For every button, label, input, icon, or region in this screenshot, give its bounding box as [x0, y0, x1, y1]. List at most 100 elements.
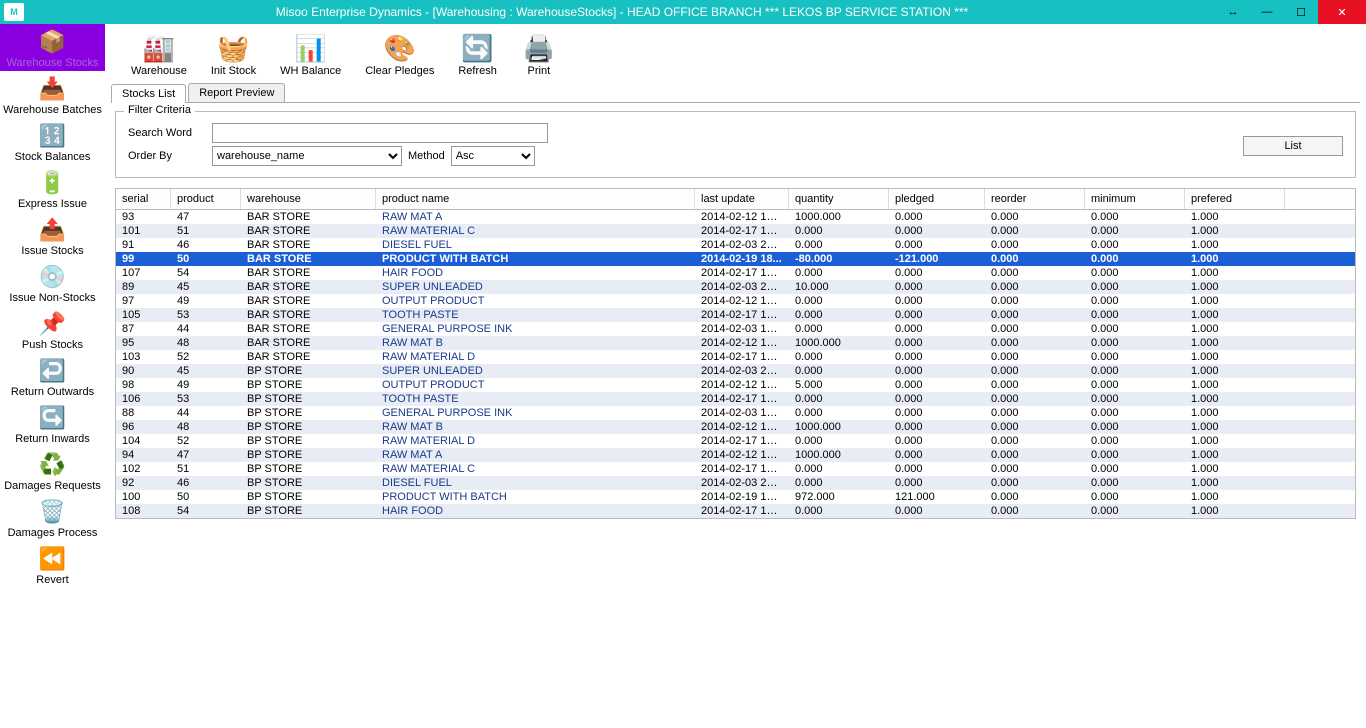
- column-header[interactable]: last update: [695, 189, 789, 209]
- cell: GENERAL PURPOSE INK: [376, 406, 695, 420]
- search-input[interactable]: [212, 123, 548, 143]
- cell: 0.000: [1085, 294, 1185, 308]
- sidebar-icon: 🔢: [37, 122, 69, 150]
- sidebar-item-warehouse-batches[interactable]: 📥Warehouse Batches: [0, 71, 105, 118]
- cell: 1.000: [1185, 406, 1285, 420]
- cell: 0.000: [1085, 434, 1185, 448]
- cell: 50: [171, 252, 241, 266]
- column-header[interactable]: product name: [376, 189, 695, 209]
- sidebar-item-warehouse-stocks[interactable]: 📦Warehouse Stocks: [0, 24, 105, 71]
- cell: TOOTH PASTE: [376, 308, 695, 322]
- column-header[interactable]: reorder: [985, 189, 1085, 209]
- cell: 99: [116, 252, 171, 266]
- cell: 2014-02-17 14:...: [695, 434, 789, 448]
- sidebar-item-issue-non-stocks[interactable]: 💿Issue Non-Stocks: [0, 259, 105, 306]
- table-row[interactable]: 8945BAR STORESUPER UNLEADED2014-02-03 20…: [116, 280, 1355, 294]
- cell: 0.000: [1085, 210, 1185, 224]
- init-stock-button[interactable]: 🧺Init Stock: [207, 30, 260, 79]
- wh-balance-button[interactable]: 📊WH Balance: [276, 30, 345, 79]
- cell: 2014-02-12 13:...: [695, 294, 789, 308]
- cell: GENERAL PURPOSE INK: [376, 322, 695, 336]
- table-row[interactable]: 9146BAR STOREDIESEL FUEL2014-02-03 20:..…: [116, 238, 1355, 252]
- table-row[interactable]: 10452BP STORERAW MATERIAL D2014-02-17 14…: [116, 434, 1355, 448]
- cell: 0.000: [1085, 378, 1185, 392]
- cell: 0.000: [985, 322, 1085, 336]
- column-header[interactable]: pledged: [889, 189, 985, 209]
- cell: 105: [116, 308, 171, 322]
- list-button[interactable]: List: [1243, 136, 1343, 156]
- toolbar-icon: 🔄: [460, 32, 496, 64]
- refresh-button[interactable]: 🔄Refresh: [454, 30, 501, 79]
- cell: 1.000: [1185, 224, 1285, 238]
- cell: 2014-02-12 13:...: [695, 336, 789, 350]
- cell: 0.000: [789, 392, 889, 406]
- sidebar-item-return-outwards[interactable]: ↩️Return Outwards: [0, 353, 105, 400]
- table-row[interactable]: 10251BP STORERAW MATERIAL C2014-02-17 14…: [116, 462, 1355, 476]
- cell: 2014-02-17 14:...: [695, 224, 789, 238]
- sidebar-item-issue-stocks[interactable]: 📤Issue Stocks: [0, 212, 105, 259]
- order-by-select[interactable]: warehouse_name: [212, 146, 402, 166]
- cell: 1000.000: [789, 448, 889, 462]
- cell: 0.000: [789, 294, 889, 308]
- table-row[interactable]: 9548BAR STORERAW MAT B2014-02-12 13:...1…: [116, 336, 1355, 350]
- table-row[interactable]: 10050BP STOREPRODUCT WITH BATCH2014-02-1…: [116, 490, 1355, 504]
- cell: 0.000: [1085, 406, 1185, 420]
- cell: 100: [116, 490, 171, 504]
- table-row[interactable]: 9648BP STORERAW MAT B2014-02-12 13:...10…: [116, 420, 1355, 434]
- sidebar-item-damages-requests[interactable]: ♻️Damages Requests: [0, 447, 105, 494]
- column-header[interactable]: minimum: [1085, 189, 1185, 209]
- sidebar-item-stock-balances[interactable]: 🔢Stock Balances: [0, 118, 105, 165]
- sidebar-item-damages-process[interactable]: 🗑️Damages Process: [0, 494, 105, 541]
- column-header[interactable]: serial: [116, 189, 171, 209]
- table-row[interactable]: 10553BAR STORETOOTH PASTE2014-02-17 14:.…: [116, 308, 1355, 322]
- column-header[interactable]: product: [171, 189, 241, 209]
- table-row[interactable]: 8744BAR STOREGENERAL PURPOSE INK2014-02-…: [116, 322, 1355, 336]
- app-icon: M: [4, 3, 24, 21]
- close-button[interactable]: ✕: [1318, 0, 1366, 24]
- table-row[interactable]: 10754BAR STOREHAIR FOOD2014-02-17 14:...…: [116, 266, 1355, 280]
- sidebar-item-revert[interactable]: ⏪Revert: [0, 541, 105, 588]
- cell: 0.000: [789, 350, 889, 364]
- cell: RAW MAT A: [376, 448, 695, 462]
- cell: 1.000: [1185, 448, 1285, 462]
- clear-pledges-button[interactable]: 🎨Clear Pledges: [361, 30, 438, 79]
- column-header[interactable]: warehouse: [241, 189, 376, 209]
- table-row[interactable]: 9246BP STOREDIESEL FUEL2014-02-03 20:...…: [116, 476, 1355, 490]
- table-row[interactable]: 10352BAR STORERAW MATERIAL D2014-02-17 1…: [116, 350, 1355, 364]
- cell: 0.000: [889, 364, 985, 378]
- column-header[interactable]: prefered: [1185, 189, 1285, 209]
- tab-stocks-list[interactable]: Stocks List: [111, 84, 186, 103]
- method-select[interactable]: Asc: [451, 146, 535, 166]
- table-row[interactable]: 9347BAR STORERAW MAT A2014-02-12 13:...1…: [116, 210, 1355, 224]
- warehouse-button[interactable]: 🏭Warehouse: [127, 30, 191, 79]
- table-row[interactable]: 9045BP STORESUPER UNLEADED2014-02-03 20:…: [116, 364, 1355, 378]
- table-row[interactable]: 10151BAR STORERAW MATERIAL C2014-02-17 1…: [116, 224, 1355, 238]
- sidebar-item-express-issue[interactable]: 🔋Express Issue: [0, 165, 105, 212]
- table-row[interactable]: 8844BP STOREGENERAL PURPOSE INK2014-02-0…: [116, 406, 1355, 420]
- tab-report-preview[interactable]: Report Preview: [188, 83, 285, 102]
- table-row[interactable]: 10653BP STORETOOTH PASTE2014-02-17 14:..…: [116, 392, 1355, 406]
- minimize-button[interactable]: —: [1250, 0, 1284, 24]
- cell: BP STORE: [241, 364, 376, 378]
- toolbar-icon: 📊: [293, 32, 329, 64]
- cell: 0.000: [1085, 336, 1185, 350]
- cell: RAW MATERIAL D: [376, 434, 695, 448]
- table-row[interactable]: 9447BP STORERAW MAT A2014-02-12 13:...10…: [116, 448, 1355, 462]
- table-row[interactable]: 10854BP STOREHAIR FOOD2014-02-17 14:...0…: [116, 504, 1355, 518]
- cell: BP STORE: [241, 378, 376, 392]
- move-icon[interactable]: ↔: [1216, 0, 1250, 24]
- sidebar-item-return-inwards[interactable]: ↪️Return Inwards: [0, 400, 105, 447]
- cell: 52: [171, 434, 241, 448]
- cell: TOOTH PASTE: [376, 392, 695, 406]
- print-button[interactable]: 🖨️Print: [517, 30, 561, 79]
- cell: OUTPUT PRODUCT: [376, 378, 695, 392]
- table-row[interactable]: 9749BAR STOREOUTPUT PRODUCT2014-02-12 13…: [116, 294, 1355, 308]
- sidebar-item-push-stocks[interactable]: 📌Push Stocks: [0, 306, 105, 353]
- table-row[interactable]: 9950BAR STOREPRODUCT WITH BATCH2014-02-1…: [116, 252, 1355, 266]
- cell: RAW MATERIAL C: [376, 462, 695, 476]
- maximize-button[interactable]: ☐: [1284, 0, 1318, 24]
- cell: 1.000: [1185, 280, 1285, 294]
- column-header[interactable]: quantity: [789, 189, 889, 209]
- table-row[interactable]: 9849BP STOREOUTPUT PRODUCT2014-02-12 13:…: [116, 378, 1355, 392]
- cell: 103: [116, 350, 171, 364]
